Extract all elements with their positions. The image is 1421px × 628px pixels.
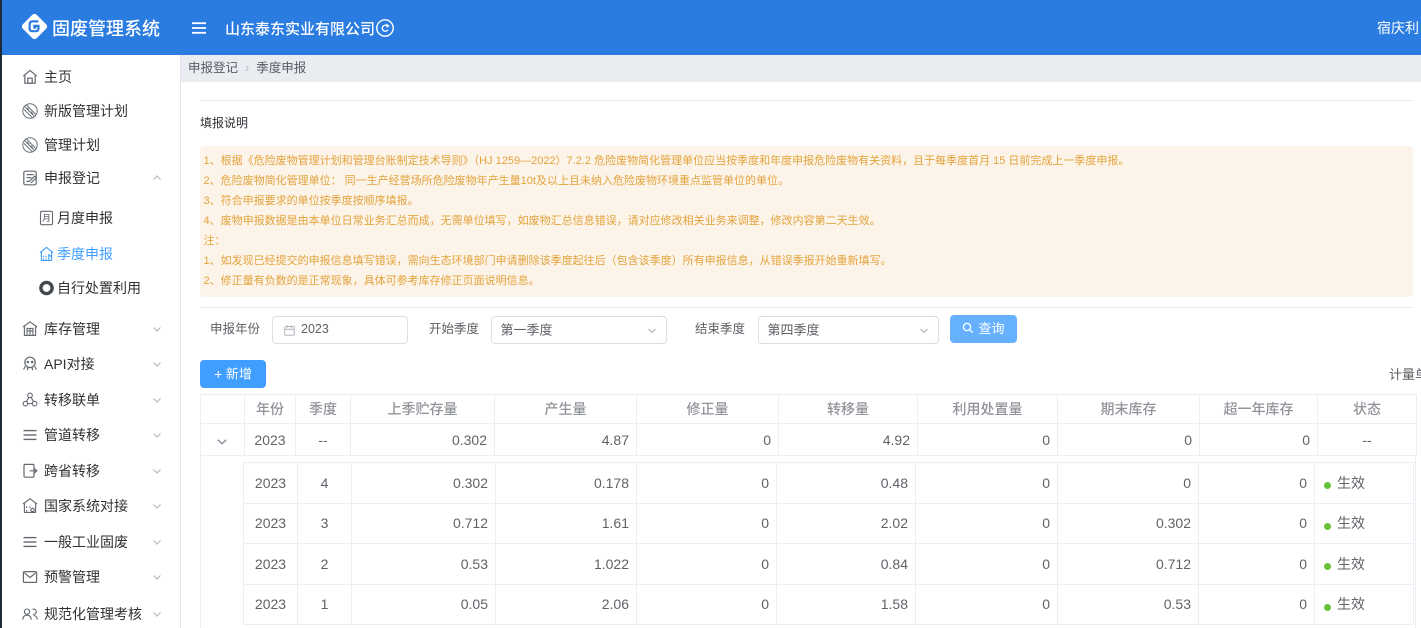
svg-text:月: 月 (42, 213, 51, 223)
